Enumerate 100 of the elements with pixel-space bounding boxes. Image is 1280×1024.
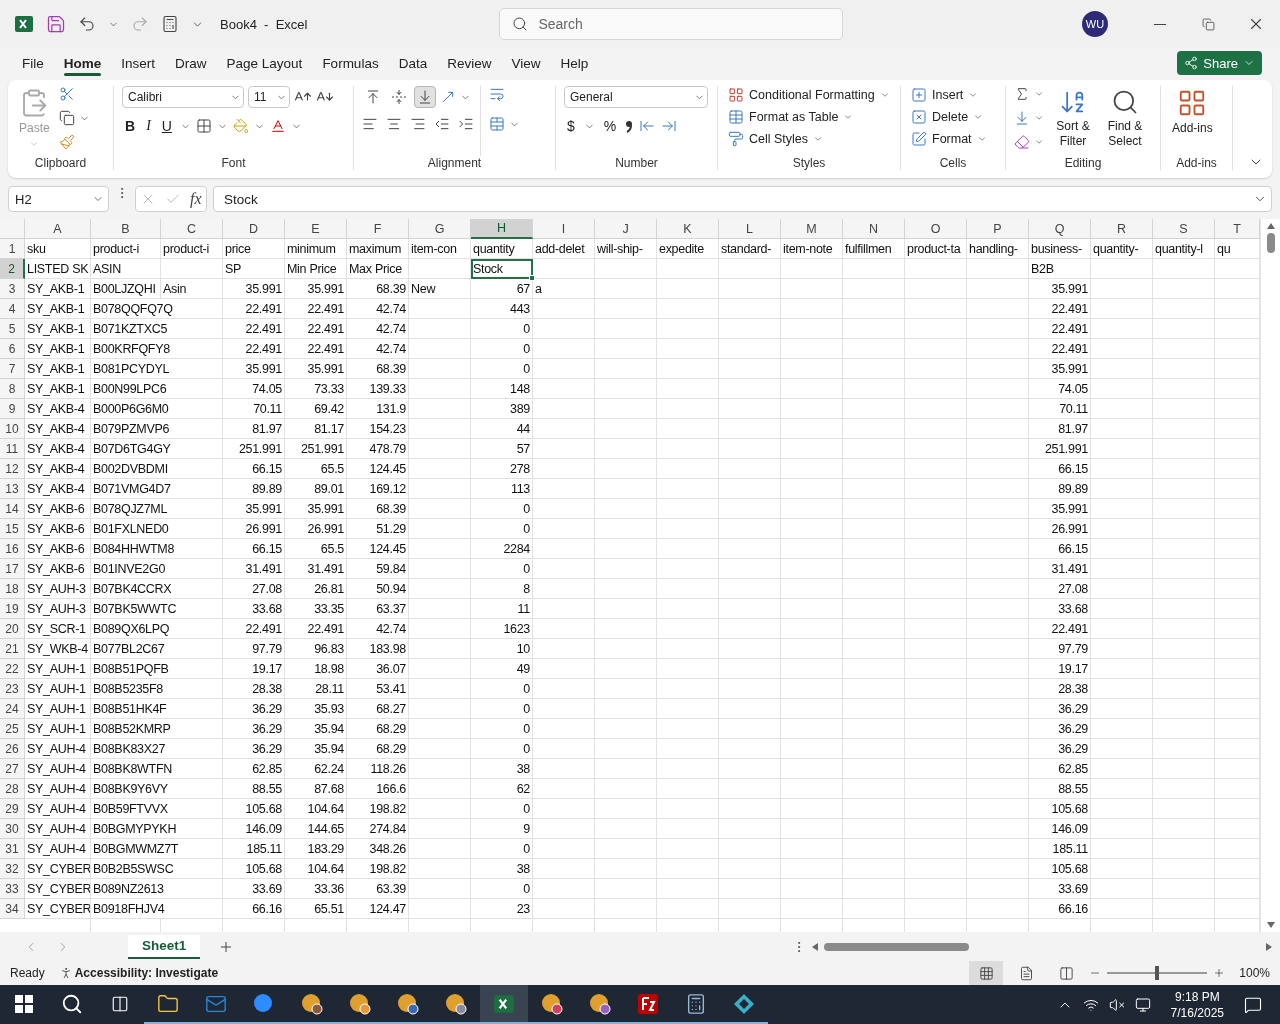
row-header[interactable]: 34	[0, 899, 25, 919]
format-painter-icon[interactable]	[58, 134, 75, 150]
row-header[interactable]: 31	[0, 839, 25, 859]
merge-icon[interactable]	[489, 116, 505, 132]
row-header[interactable]: 15	[0, 519, 25, 539]
ribbon-tab[interactable]: View	[503, 51, 549, 75]
row-header[interactable]: 10	[0, 419, 25, 439]
row-header[interactable]: 8	[0, 379, 25, 399]
percent-button[interactable]: %	[600, 118, 620, 134]
ribbon-tab[interactable]: Insert	[113, 51, 164, 75]
column-header[interactable]: R	[1091, 219, 1153, 239]
ribbon-tab[interactable]: Formulas	[314, 51, 387, 75]
accessibility-status[interactable]: Accessibility: Investigate	[74, 966, 219, 980]
zoom-level[interactable]: 100%	[1239, 966, 1270, 980]
display-icon[interactable]	[1134, 996, 1151, 1013]
scrollbar-thumb[interactable]	[824, 943, 969, 951]
align-right-icon[interactable]	[410, 116, 426, 132]
normal-view-button[interactable]	[969, 961, 1004, 985]
borders-icon[interactable]	[195, 118, 212, 134]
column-header[interactable]: A	[25, 219, 91, 239]
insert-function-button[interactable]: fx	[190, 190, 202, 208]
row-header[interactable]: 11	[0, 439, 25, 459]
row-header[interactable]: 13	[0, 479, 25, 499]
column-header[interactable]: L	[719, 219, 781, 239]
column-header[interactable]: O	[905, 219, 967, 239]
ribbon-tab[interactable]: Home	[55, 51, 110, 75]
scroll-down-icon[interactable]	[1266, 922, 1275, 928]
fill-color-icon[interactable]	[232, 118, 249, 134]
column-header[interactable]: Q	[1029, 219, 1091, 239]
column-header[interactable]: T	[1215, 219, 1260, 239]
row-header[interactable]: 30	[0, 819, 25, 839]
scroll-right-icon[interactable]	[1266, 943, 1272, 951]
row-header[interactable]: 5	[0, 319, 25, 339]
search-field[interactable]: Search	[499, 8, 844, 40]
styles-button[interactable]: Conditional Formatting	[726, 86, 892, 104]
row-header[interactable]: 16	[0, 539, 25, 559]
row-header[interactable]: 6	[0, 339, 25, 359]
top-align-icon[interactable]	[365, 89, 381, 105]
column-header[interactable]: P	[967, 219, 1029, 239]
orientation-icon[interactable]	[440, 89, 456, 105]
editing-button[interactable]: Find & Select	[1102, 86, 1148, 156]
undo-icon[interactable]	[78, 15, 96, 33]
row-header[interactable]: 23	[0, 679, 25, 699]
column-header[interactable]: B	[91, 219, 161, 239]
ribbon-tab[interactable]: Review	[439, 51, 500, 75]
column-header[interactable]: S	[1153, 219, 1215, 239]
ribbon-tab[interactable]: Draw	[167, 51, 215, 75]
row-header[interactable]: 18	[0, 579, 25, 599]
row-header[interactable]: 3	[0, 279, 25, 299]
cut-icon[interactable]	[58, 86, 75, 102]
currency-button[interactable]: $	[564, 118, 578, 134]
column-header[interactable]: H	[471, 219, 533, 239]
column-header[interactable]: K	[657, 219, 719, 239]
row-header[interactable]: 7	[0, 359, 25, 379]
fill-handle[interactable]	[529, 275, 535, 281]
copy-icon[interactable]	[58, 110, 75, 126]
fill-icon[interactable]	[1014, 110, 1030, 126]
column-header[interactable]: M	[781, 219, 843, 239]
row-header[interactable]: 21	[0, 639, 25, 659]
font-name-field[interactable]: Calibri	[122, 86, 244, 108]
styles-button[interactable]: Format as Table	[726, 108, 892, 126]
number-format-field[interactable]: General	[564, 86, 708, 108]
row-header[interactable]: 2	[0, 259, 25, 279]
column-header[interactable]: I	[533, 219, 595, 239]
align-left-icon[interactable]	[362, 116, 378, 132]
clock[interactable]: 9:18 PM 7/16/2025	[1170, 988, 1224, 1021]
cells-button[interactable]: Delete	[909, 108, 989, 126]
ribbon-tab[interactable]: File	[14, 51, 52, 75]
cells-button[interactable]: Format	[909, 130, 989, 148]
decrease-decimal-icon[interactable]	[661, 118, 678, 134]
zoom-in-icon[interactable]	[1213, 967, 1226, 979]
column-header[interactable]: J	[595, 219, 657, 239]
user-avatar[interactable]: WU	[1082, 11, 1108, 37]
column-header[interactable]: C	[161, 219, 223, 239]
row-header[interactable]: 17	[0, 559, 25, 579]
formula-field[interactable]: Stock	[213, 186, 1272, 212]
align-center-icon[interactable]	[386, 116, 402, 132]
row-header[interactable]: 28	[0, 779, 25, 799]
row-header[interactable]: 33	[0, 879, 25, 899]
eraser-icon[interactable]	[1014, 134, 1030, 150]
italic-button[interactable]: I	[143, 118, 154, 134]
row-header[interactable]: 9	[0, 399, 25, 419]
name-box[interactable]: H2	[8, 186, 109, 212]
row-header[interactable]: 1	[0, 239, 25, 259]
row-header[interactable]: 12	[0, 459, 25, 479]
add-ins-button[interactable]: Add-ins	[1169, 86, 1216, 156]
font-color-icon[interactable]	[269, 118, 286, 134]
column-header[interactable]: E	[285, 219, 347, 239]
save-icon[interactable]	[46, 14, 66, 34]
column-header[interactable]: F	[347, 219, 409, 239]
styles-button[interactable]: Cell Styles	[726, 130, 892, 148]
column-header[interactable]: N	[843, 219, 905, 239]
underline-button[interactable]: U	[158, 118, 175, 134]
share-button[interactable]: Share	[1177, 51, 1262, 75]
editing-button[interactable]: Sort & Filter	[1050, 86, 1096, 156]
scrollbar-thumb[interactable]	[1266, 233, 1275, 253]
row-header[interactable]: 20	[0, 619, 25, 639]
row-header[interactable]: 22	[0, 659, 25, 679]
sheet-tab[interactable]: Sheet1	[128, 935, 201, 959]
row-header[interactable]: 32	[0, 859, 25, 879]
